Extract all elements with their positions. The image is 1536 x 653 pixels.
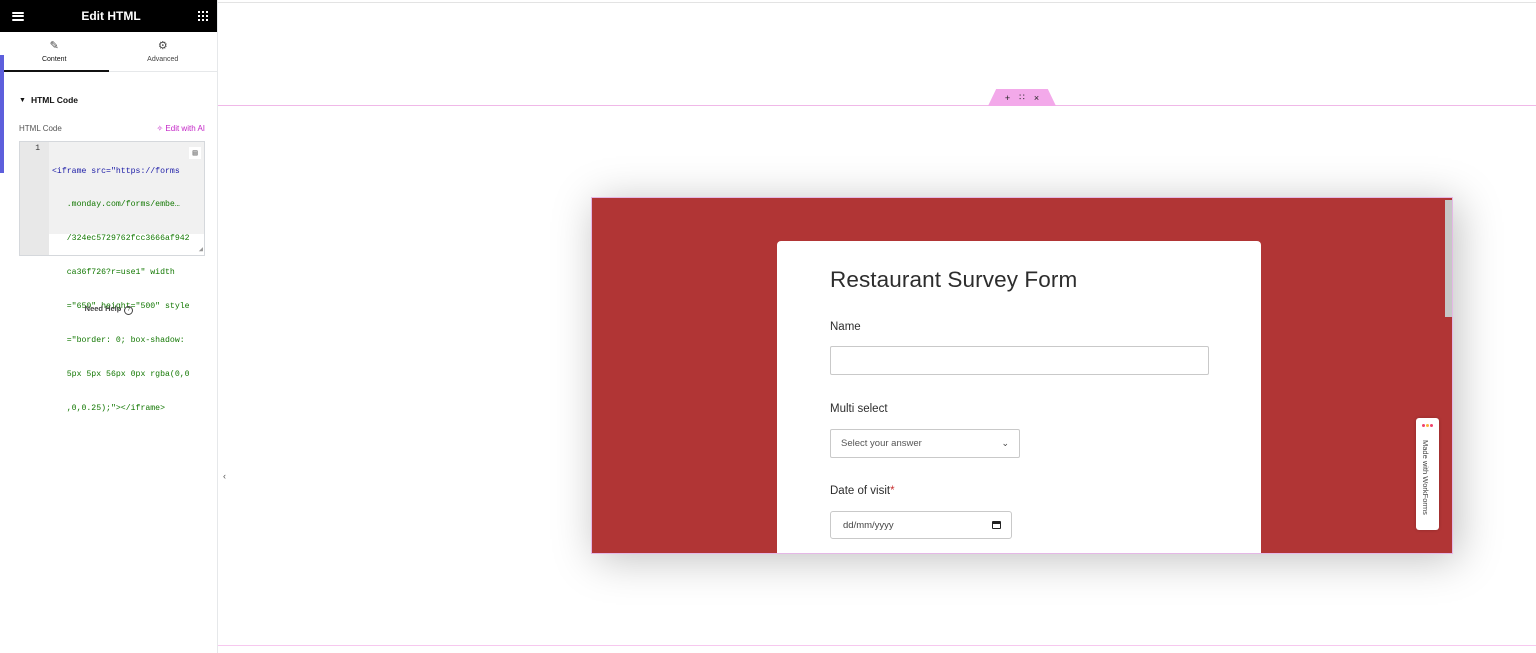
panel-header: Edit HTML (0, 0, 217, 32)
code-line: <iframe src="https://forms (52, 166, 180, 176)
code-field-label: HTML Code (19, 124, 62, 133)
edit-with-ai-link[interactable]: ✧ Edit with AI (157, 124, 206, 133)
tab-advanced-label: Advanced (147, 56, 179, 63)
section-handle: + ∷ × (988, 89, 1056, 106)
tab-advanced[interactable]: ⚙ Advanced (109, 32, 218, 71)
chevron-down-icon: ⌄ (1001, 438, 1009, 448)
section-title: HTML Code (30, 95, 78, 105)
widgets-grid-icon[interactable] (197, 11, 208, 21)
date-of-visit-input[interactable]: dd/mm/yyyy (830, 511, 1012, 539)
caret-down-icon: ▼ (19, 96, 26, 104)
section-outline-top (218, 105, 1536, 106)
multi-select-question-label: Multi select (830, 403, 888, 415)
workforms-badge-text: Made with WorkForms (1421, 440, 1430, 515)
need-help-link[interactable]: Need Help? (0, 304, 218, 315)
collapse-panel-chevron-icon[interactable]: ‹ (218, 462, 231, 490)
name-input[interactable] (830, 346, 1209, 375)
workforms-logo-icon (1422, 424, 1433, 427)
panel-tabs: ✎ Content ⚙ Advanced (0, 32, 217, 72)
need-help-label: Need Help (84, 304, 122, 313)
line-number: 1 (35, 144, 40, 153)
tab-content-label: Content (41, 56, 67, 63)
html-code-editor[interactable]: 1 <iframe src="https://forms .monday.com… (19, 141, 205, 413)
code-line: /324ec5729762fcc3666af942 (52, 234, 190, 244)
html-code-section-toggle[interactable]: ▼ HTML Code (19, 95, 78, 105)
date-placeholder: dd/mm/yyyy (843, 519, 894, 531)
editor-panel: Edit HTML ✎ Content ⚙ Advanced ▼ HTML Co… (0, 0, 218, 653)
code-line: ="border: 0; box-shadow: (52, 336, 185, 346)
copy-icon[interactable]: ▤ (189, 147, 201, 159)
form-card: Restaurant Survey Form Name Multi select… (777, 241, 1261, 553)
code-label-row: HTML Code ✧ Edit with AI (19, 124, 205, 133)
section-outline-bottom (218, 645, 1536, 646)
panel-title: Edit HTML (81, 9, 141, 23)
date-label-text: Date of visit (830, 485, 891, 497)
active-accent-bar (0, 55, 4, 173)
gear-icon: ⚙ (157, 40, 168, 52)
calendar-icon[interactable] (992, 521, 1001, 529)
multi-select-placeholder: Select your answer (841, 438, 922, 449)
hamburger-menu-icon[interactable] (12, 11, 24, 21)
code-line: ,0,0.25);"></iframe> (52, 403, 166, 413)
help-icon: ? (124, 306, 134, 315)
embedded-form-iframe: Restaurant Survey Form Name Multi select… (591, 197, 1453, 554)
code-text[interactable]: <iframe src="https://forms .monday.com/f… (52, 143, 204, 437)
code-line: ca36f726?r=use1" width (52, 268, 175, 278)
required-marker: * (890, 485, 895, 497)
date-question-label: Date of visit* (830, 485, 895, 497)
delete-section-icon[interactable]: × (1034, 93, 1039, 103)
iframe-scrollbar[interactable] (1445, 200, 1452, 317)
workforms-badge[interactable]: Made with WorkForms (1416, 418, 1439, 530)
name-question-label: Name (830, 321, 861, 333)
code-line: .monday.com/forms/embe… (52, 200, 180, 210)
pencil-icon: ✎ (49, 40, 59, 52)
line-number-gutter: 1 (20, 142, 49, 255)
tab-content[interactable]: ✎ Content (0, 32, 109, 72)
multi-select-dropdown[interactable]: Select your answer ⌄ (830, 429, 1020, 458)
section-divider (218, 2, 1536, 3)
drag-section-icon[interactable]: ∷ (1019, 92, 1025, 103)
code-line: 5px 5px 56px 0px rgba(0,0 (52, 369, 190, 379)
add-section-icon[interactable]: + (1005, 93, 1010, 103)
resize-handle-icon[interactable]: ◢ (199, 245, 203, 254)
form-title: Restaurant Survey Form (830, 267, 1078, 292)
